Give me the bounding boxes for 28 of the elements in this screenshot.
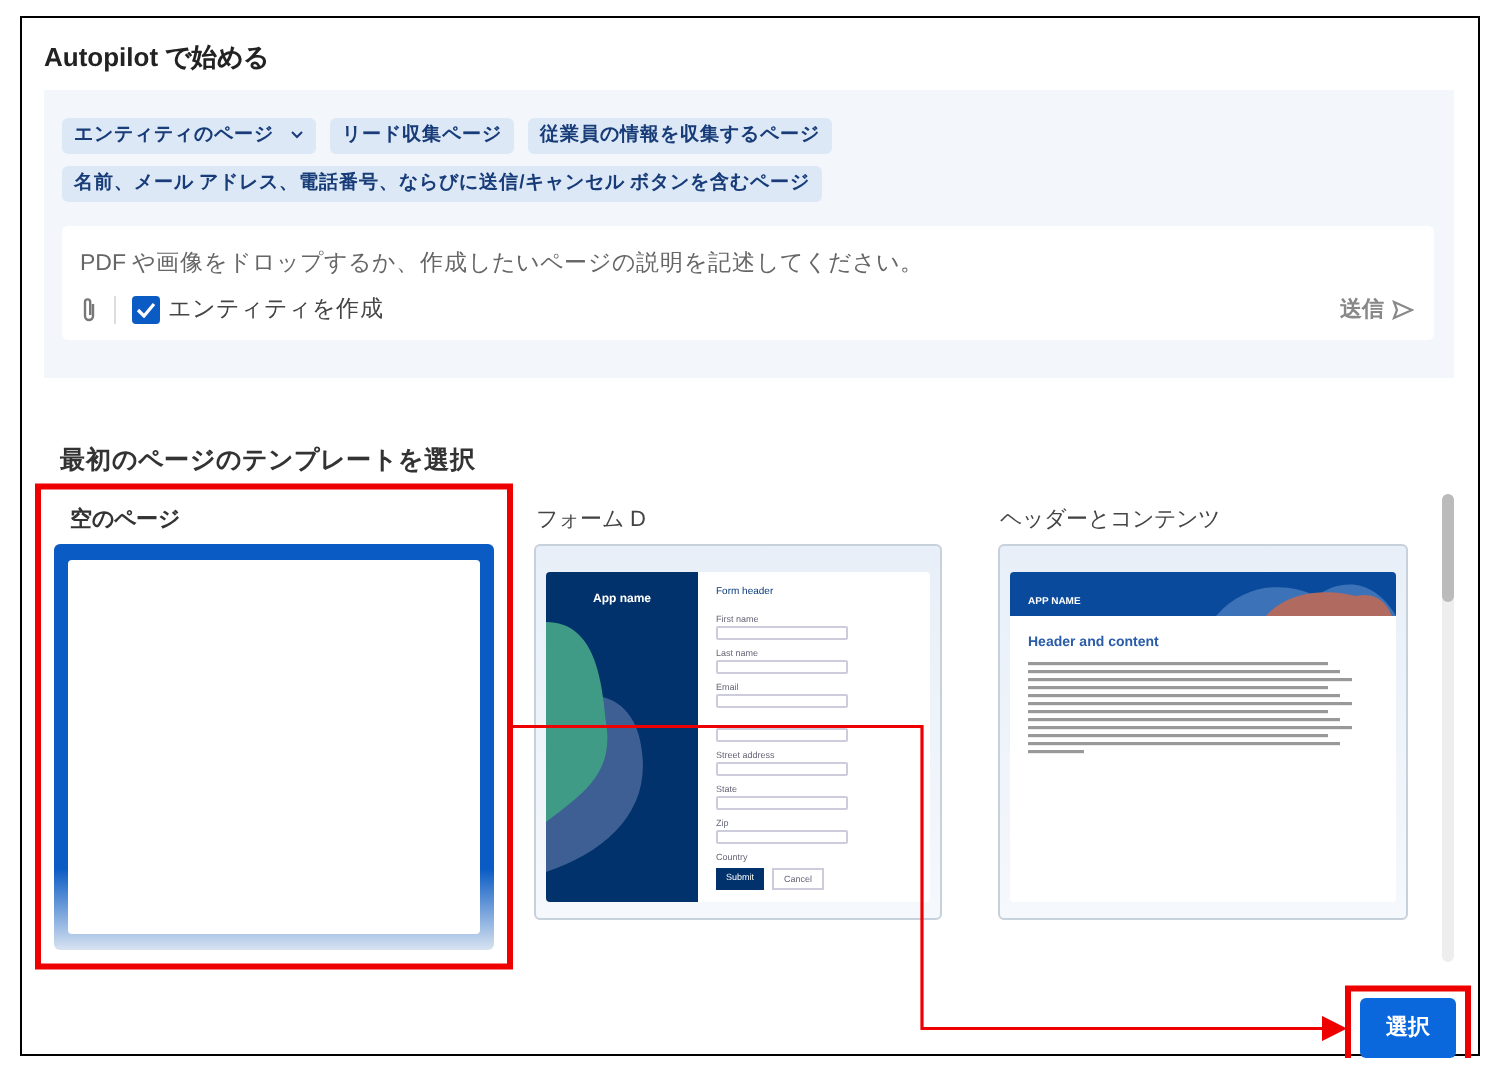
select-button[interactable]: 選択 [1360, 998, 1456, 1059]
prompt-field[interactable]: PDF や画像をドロップするか、作成したいページの説明を記述してください。 [80, 247, 1414, 282]
section-title: Autopilot で始める [44, 40, 272, 76]
input-field [716, 762, 848, 777]
section-heading: 最初のページのテンプレートを選択 [60, 443, 478, 477]
checkbox[interactable] [132, 296, 160, 325]
template-card[interactable] [54, 544, 494, 951]
input-field [716, 694, 848, 709]
input-field [716, 626, 848, 641]
input-field [716, 830, 848, 845]
suggestion-chip[interactable]: 名前、メール アドレス、電話番号、ならびに送信/キャンセル ボタンを含むページ [62, 165, 822, 201]
chevron-down-icon [290, 130, 304, 140]
template-name: フォーム D [534, 506, 648, 537]
template-name: ヘッダーとコンテンツ [998, 506, 1222, 537]
paperclip-icon[interactable] [80, 296, 98, 325]
input-field [716, 660, 848, 675]
scrollbar[interactable] [1442, 494, 1454, 963]
checkbox-label: エンティティを作成 [168, 295, 384, 325]
send-icon [1392, 300, 1414, 321]
dropdown-field [716, 796, 848, 811]
prompt-box[interactable]: PDF や画像をドロップするか、作成したいページの説明を記述してください。 エンティティを作成 送信 [62, 225, 1434, 340]
input-field [716, 728, 848, 743]
highlight-box [1345, 985, 1471, 1058]
template-name: 空のページ [68, 506, 182, 537]
suggestion-chip[interactable]: 従業員の情報を収集するページ [528, 117, 832, 153]
send-button[interactable]: 送信 [1340, 293, 1414, 327]
dropdown-chip[interactable]: エンティティのページ [62, 117, 316, 153]
suggestion-chip[interactable]: リード収集ページ [330, 117, 514, 153]
